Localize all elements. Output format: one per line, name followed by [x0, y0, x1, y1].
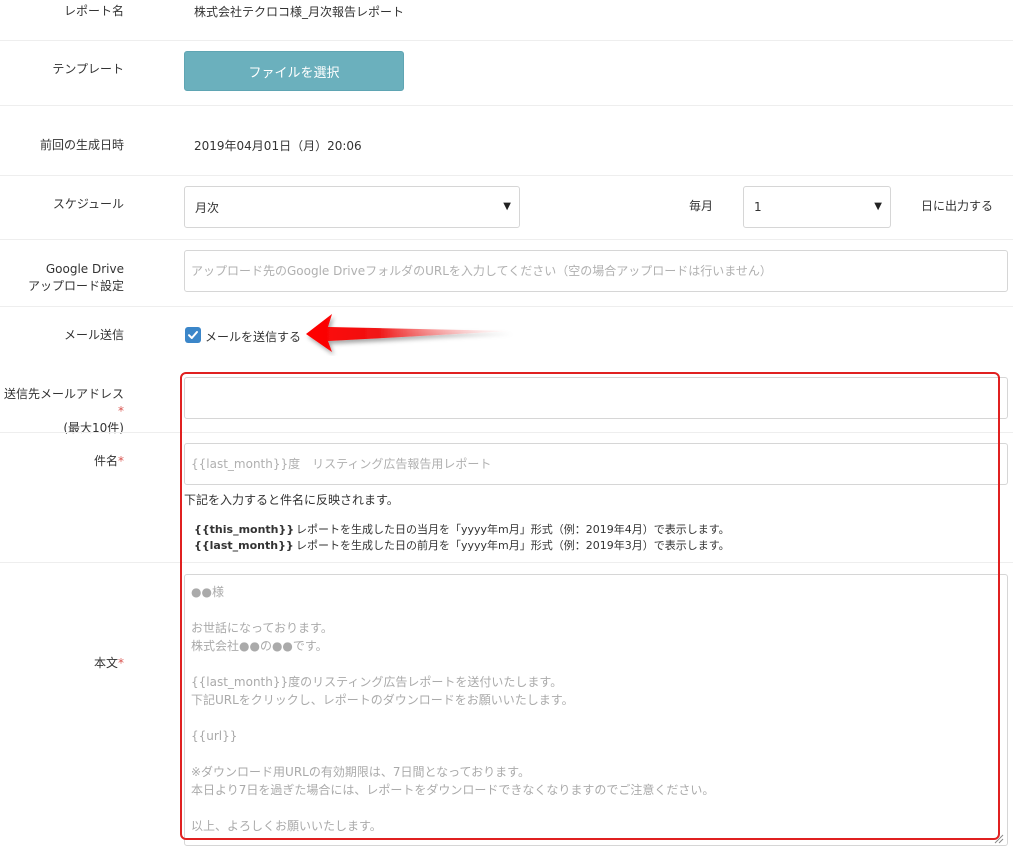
- check-icon: [188, 331, 198, 339]
- required-mark: *: [118, 404, 124, 418]
- body-label: 本文*: [0, 655, 124, 672]
- variable-row-last-month: {{last_month}} レポートを生成した日の前月を「yyyy年m月」形式（…: [194, 537, 730, 553]
- schedule-day-select[interactable]: 1 ▼: [743, 186, 891, 228]
- recipients-label-line2: (最大10件): [63, 421, 124, 435]
- subject-label-text: 件名: [93, 454, 118, 468]
- mail-send-label: メール送信: [63, 328, 124, 342]
- choose-file-button[interactable]: ファイルを選択: [184, 51, 404, 91]
- schedule-every-label: 毎月: [689, 199, 714, 213]
- required-mark: *: [118, 656, 124, 670]
- caret-down-icon: ▼: [503, 201, 511, 212]
- divider: [0, 105, 1013, 106]
- variable-name: {{this_month}}: [194, 523, 295, 536]
- divider: [0, 40, 1013, 41]
- template-label: テンプレート: [52, 62, 124, 76]
- schedule-suffix: 日に出力する: [921, 199, 994, 213]
- variable-name: {{last_month}}: [194, 539, 294, 552]
- google-drive-label-line2: アップロード設定: [27, 279, 124, 293]
- variable-desc: レポートを生成した日の前月を「yyyy年m月」形式（例：2019年3月）で表示し…: [296, 539, 730, 552]
- recipients-label-line1: 送信先メールアドレス: [3, 387, 124, 401]
- send-mail-checkbox-label: メールを送信する: [205, 330, 302, 344]
- subject-input[interactable]: [184, 443, 1008, 485]
- last-generated-label: 前回の生成日時: [39, 138, 124, 152]
- schedule-frequency-value: 月次: [195, 200, 220, 215]
- subject-help-text: 下記を入力すると件名に反映されます。: [184, 493, 399, 507]
- divider: [0, 432, 1013, 433]
- divider: [0, 562, 1013, 563]
- google-drive-url-input[interactable]: [184, 250, 1008, 292]
- body-label-text: 本文: [93, 656, 118, 670]
- google-drive-label: Google Drive アップロード設定: [0, 261, 124, 295]
- recipients-email-input[interactable]: [184, 377, 1008, 419]
- divider: [0, 175, 1013, 176]
- recipients-label: 送信先メールアドレス * (最大10件): [0, 386, 124, 437]
- resize-handle-icon[interactable]: [994, 834, 1004, 844]
- schedule-day-value: 1: [754, 200, 762, 214]
- schedule-label: スケジュール: [52, 197, 124, 211]
- report-name-label: レポート名: [63, 4, 124, 18]
- caret-down-icon: ▼: [874, 201, 882, 212]
- red-arrow-icon: [306, 314, 512, 352]
- divider: [0, 239, 1013, 240]
- variable-row-this-month: {{this_month}} レポートを生成した日の当月を「yyyy年m月」形式（…: [194, 521, 730, 537]
- subject-label: 件名*: [0, 453, 124, 470]
- required-mark: *: [118, 454, 124, 468]
- google-drive-label-line1: Google Drive: [45, 262, 124, 276]
- choose-file-button-label: ファイルを選択: [248, 65, 340, 81]
- schedule-frequency-select[interactable]: 月次 ▼: [184, 186, 520, 228]
- report-name-value: 株式会社テクロコ様_月次報告レポート: [194, 5, 405, 19]
- body-textarea[interactable]: ●●様 お世話になっております。 株式会社●●の●●です。 {{last_mon…: [184, 574, 1008, 846]
- variable-desc: レポートを生成した日の当月を「yyyy年m月」形式（例：2019年4月）で表示し…: [296, 523, 730, 536]
- last-generated-value: 2019年04月01日（月）20:06: [194, 139, 362, 153]
- divider: [0, 306, 1013, 307]
- send-mail-checkbox[interactable]: [185, 327, 201, 343]
